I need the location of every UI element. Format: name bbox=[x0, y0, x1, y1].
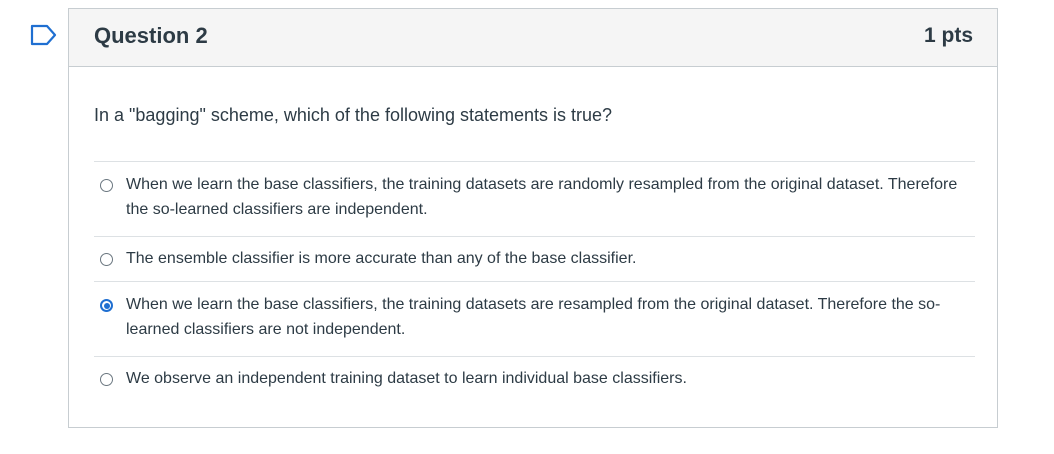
flag-question-icon[interactable] bbox=[30, 24, 58, 46]
answer-text: The ensemble classifier is more accurate… bbox=[126, 250, 637, 267]
answer-option-1[interactable]: When we learn the base classifiers, the … bbox=[94, 161, 975, 236]
answer-option-4[interactable]: We observe an independent training datas… bbox=[94, 356, 975, 405]
radio-button[interactable] bbox=[100, 253, 113, 266]
radio-button[interactable] bbox=[100, 373, 113, 386]
answer-text: When we learn the base classifiers, the … bbox=[126, 176, 958, 218]
question-points: 1 pts bbox=[923, 24, 973, 47]
radio-button[interactable] bbox=[100, 179, 113, 192]
answer-text: We observe an independent training datas… bbox=[126, 370, 687, 387]
question-title: Question 2 bbox=[94, 23, 208, 48]
question-text: In a "bagging" scheme, which of the foll… bbox=[94, 105, 613, 125]
question-header: Question 2 1 pts bbox=[69, 9, 997, 67]
answer-option-2[interactable]: The ensemble classifier is more accurate… bbox=[94, 236, 975, 281]
answer-option-3[interactable]: When we learn the base classifiers, the … bbox=[94, 281, 975, 356]
radio-button-selected[interactable] bbox=[100, 299, 113, 312]
answer-text: When we learn the base classifiers, the … bbox=[126, 296, 941, 338]
answer-list: When we learn the base classifiers, the … bbox=[94, 161, 975, 405]
question-card: Question 2 1 pts In a "bagging" scheme, … bbox=[68, 8, 998, 428]
